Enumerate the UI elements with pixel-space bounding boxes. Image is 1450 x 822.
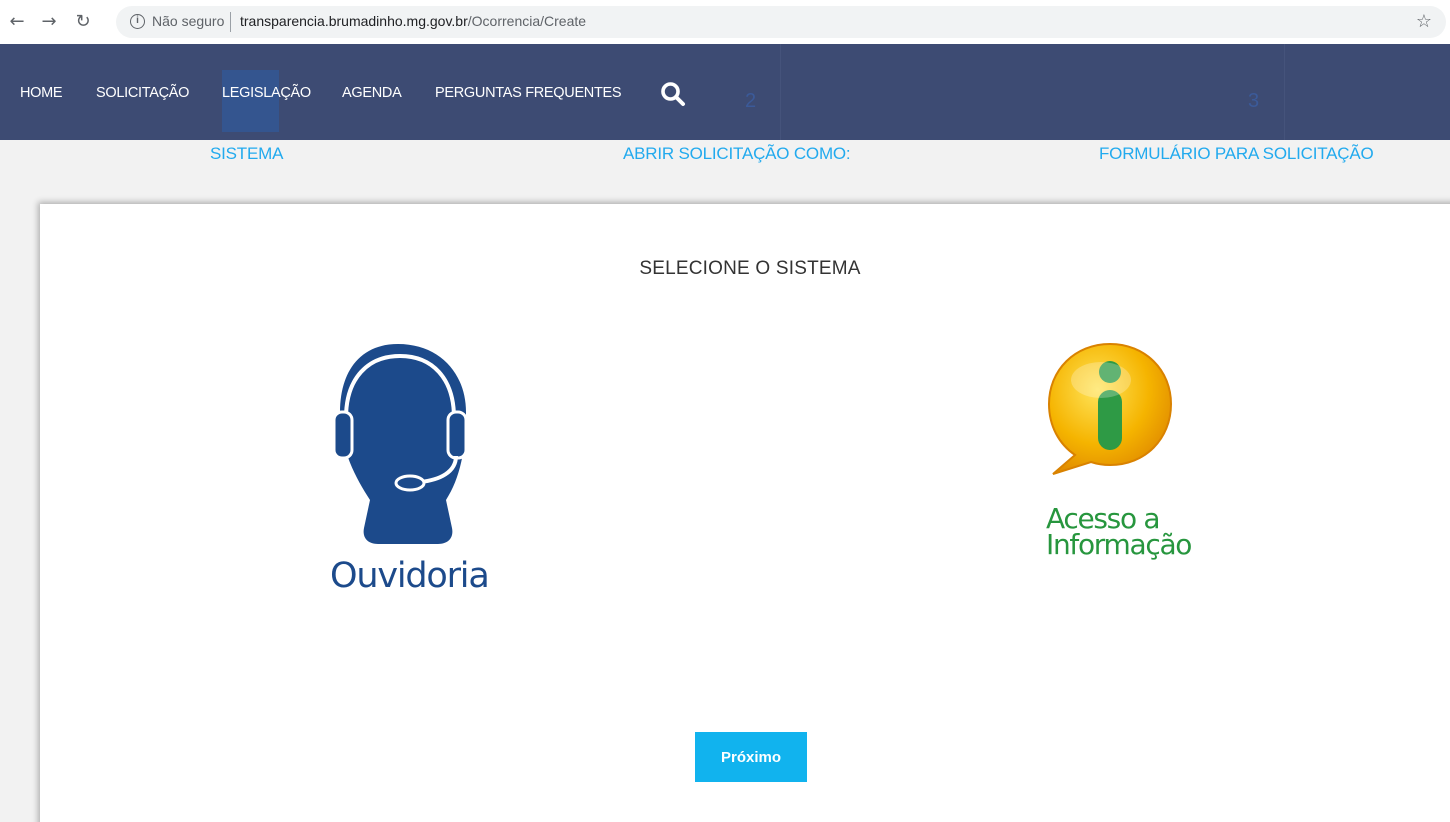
- acesso-informacao-label: Acesso a Informação: [1046, 505, 1192, 561]
- back-arrow-icon[interactable]: ←: [6, 10, 28, 34]
- page-title: SELECIONE O SISTEMA: [639, 258, 861, 279]
- nav-perguntas-frequentes[interactable]: PERGUNTAS FREQUENTES: [435, 85, 622, 101]
- nav-home[interactable]: HOME: [20, 85, 63, 101]
- url-path: /Ocorrencia/Create: [467, 13, 587, 29]
- search-icon[interactable]: [660, 81, 686, 107]
- bookmark-star-icon[interactable]: ☆: [1416, 11, 1432, 32]
- site-navbar: 2 3 HOME SOLICITAÇÃO LEGISLAÇÃO AGENDA P…: [0, 44, 1450, 140]
- security-label[interactable]: Não seguro: [152, 13, 224, 29]
- headset-person-icon: [332, 344, 468, 544]
- address-bar[interactable]: i Não seguro transparencia.brumadinho.mg…: [116, 6, 1446, 38]
- nav-agenda[interactable]: AGENDA: [342, 85, 402, 101]
- step-divider: [780, 44, 781, 140]
- browser-toolbar: ← → ↻ i Não seguro transparencia.brumadi…: [0, 0, 1450, 44]
- step-label-sistema: SISTEMA: [210, 144, 284, 163]
- step-label-abrir-como: ABRIR SOLICITAÇÃO COMO:: [623, 144, 851, 163]
- nav-legislacao[interactable]: LEGISLAÇÃO: [222, 85, 311, 101]
- step-label-formulario: FORMULÁRIO PARA SOLICITAÇÃO: [1099, 144, 1374, 163]
- nav-solicitacao[interactable]: SOLICITAÇÃO: [96, 85, 189, 101]
- acesso-label-line2: Informação: [1046, 528, 1192, 561]
- step-number-2: 2: [745, 90, 757, 112]
- step-number-3: 3: [1248, 90, 1260, 112]
- active-menu-highlight: [222, 70, 279, 132]
- info-icon[interactable]: i: [130, 14, 145, 29]
- acesso-informacao-option[interactable]: Acesso a Informação: [1035, 334, 1195, 574]
- ouvidoria-option[interactable]: Ouvidoria: [310, 334, 500, 614]
- info-bubble-icon: [1047, 342, 1173, 475]
- step-divider: [1284, 44, 1285, 140]
- url-text[interactable]: transparencia.brumadinho.mg.gov.br/Ocorr…: [240, 13, 586, 29]
- ouvidoria-label: Ouvidoria: [330, 556, 490, 596]
- url-separator: [230, 12, 231, 32]
- reload-icon[interactable]: ↻: [72, 10, 94, 34]
- next-button[interactable]: Próximo: [695, 732, 807, 782]
- forward-arrow-icon[interactable]: →: [38, 10, 60, 34]
- url-domain: transparencia.brumadinho.mg.gov.br: [240, 13, 468, 29]
- system-selection-card: SELECIONE O SISTEMA Ouvidoria Acesso a I…: [40, 204, 1450, 822]
